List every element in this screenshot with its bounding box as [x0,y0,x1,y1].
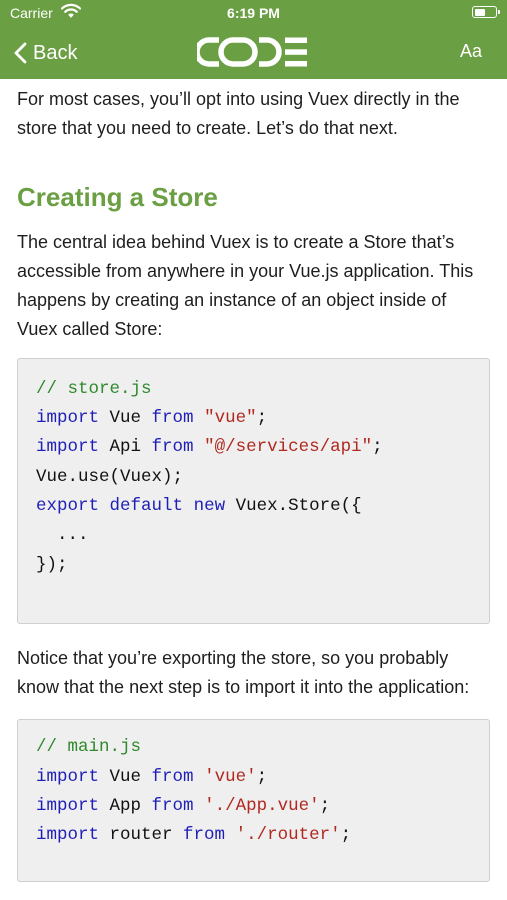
code-token: "@/services/api" [204,437,373,458]
code-line: import Api from "@/services/api"; [36,433,471,462]
code-token: ; [256,408,268,429]
code-token: from [151,766,194,787]
code-block-store: // store.js import Vue from "vue"; import … [17,357,490,624]
code-logo [194,36,309,73]
code-token: './App.vue' [204,796,320,817]
code-line: import App from './App.vue'; [36,792,471,821]
font-size-button[interactable]: Aa [460,41,482,62]
code-token: default [109,495,184,516]
code-line: export default new Vuex.Store({ [36,492,471,521]
code-token: new [193,495,226,516]
code-line: // main.js [36,733,471,762]
code-token: // store.js [36,378,152,399]
code-token: Vue [99,766,152,787]
body-paragraph: The central idea behind Vuex is to creat… [17,231,474,340]
code-token: './router' [235,825,341,846]
code-token: import [36,796,100,817]
code-line: // store.js [36,375,471,404]
code-token: }); [36,554,68,575]
code-token: "vue" [204,408,257,429]
code-token: App [99,796,152,817]
back-button[interactable]: Back [14,38,77,68]
back-label: Back [33,41,78,64]
code-token: ; [256,766,268,787]
code-token: from [151,408,194,429]
status-bar: Carrier 6:19 PM [0,0,507,26]
code-line: }); [36,551,471,580]
code-token: // main.js [36,737,142,758]
code-token: 'vue' [204,766,257,787]
chevron-left-icon [14,42,27,64]
code-token: import [36,408,100,429]
code-token: from [151,796,194,817]
code-token: ; [372,437,383,458]
code-token: import [36,766,100,787]
code-token: Vue [99,408,152,429]
intro-paragraph: For most cases, you’ll opt into using Vu… [17,89,460,139]
code-token: export [36,495,100,516]
body-paragraph: Notice that you’re exporting the store, … [17,647,470,698]
clock: 6:19 PM [227,5,280,21]
code-line: ... [36,521,471,550]
code-token: Api [99,437,152,458]
battery-icon [472,6,500,18]
code-token: Vue.use(Vuex); [36,466,184,487]
section-heading: Creating a Store [17,181,218,212]
navigation-bar: Carrier 6:19 PM Back Aa [0,0,507,79]
code-line: import Vue from "vue"; [36,404,471,433]
code-token: import [36,437,100,458]
code-token: ... [36,525,89,546]
code-block-main: // main.js import Vue from 'vue'; import A… [17,719,490,882]
code-token: Vuex.Store({ [225,495,362,516]
code-token: ; [340,825,352,846]
code-line: import Vue from 'vue'; [36,763,471,792]
code-token: from [151,437,194,458]
article-content: For most cases, you’ll opt into using Vu… [17,79,490,882]
code-token: router [99,825,184,846]
code-token: ; [319,796,331,817]
code-token: import [36,825,100,846]
code-line: Vue.use(Vuex); [36,463,471,492]
code-line: import router from './router'; [36,821,471,850]
code-token: from [183,825,226,846]
